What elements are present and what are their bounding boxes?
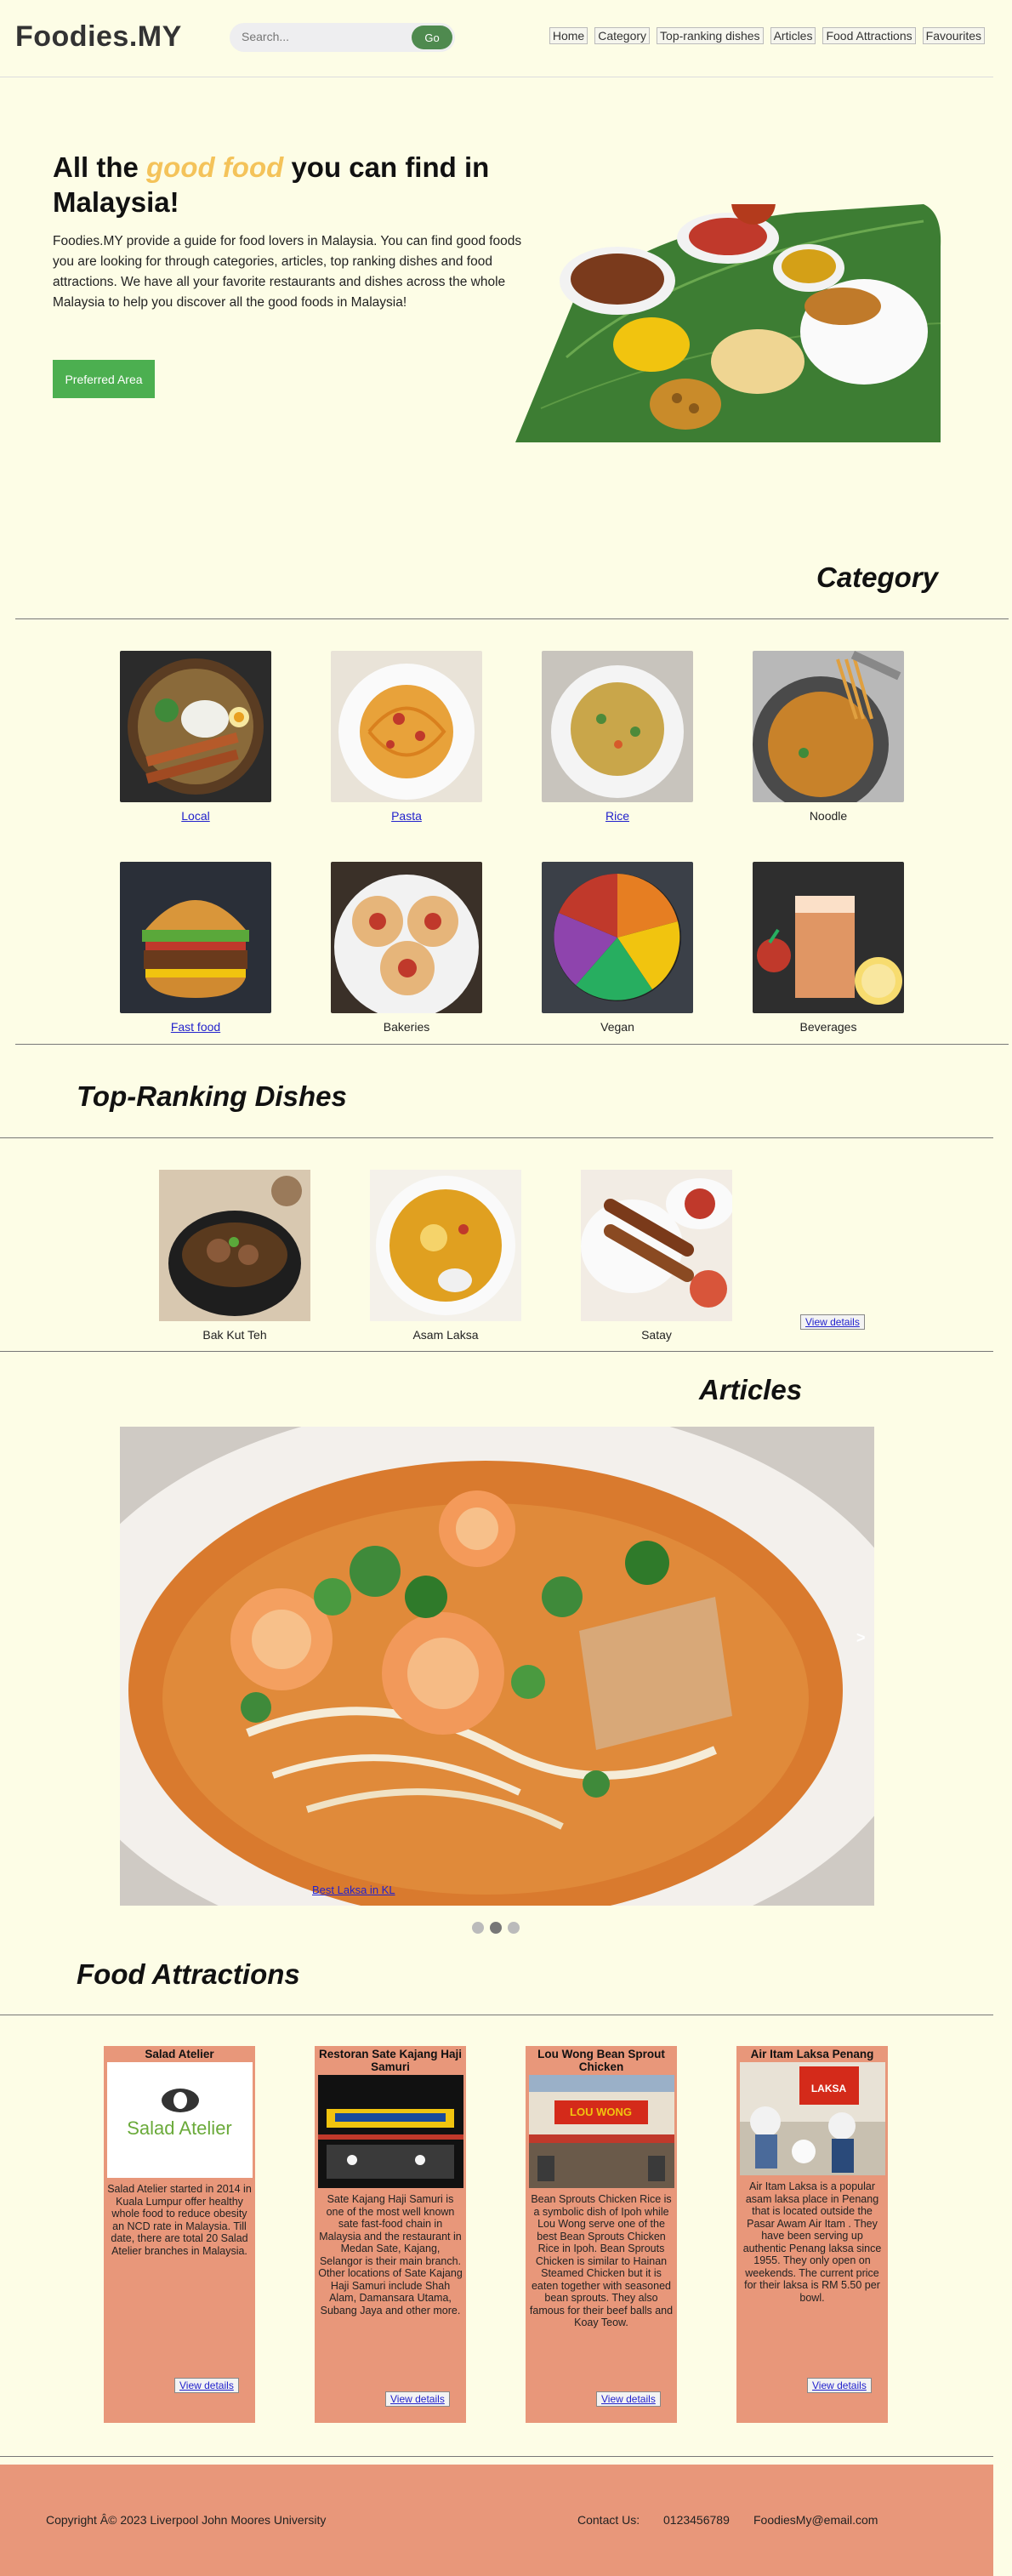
category-label-rice[interactable]: Rice [542, 809, 693, 823]
category-item-rice[interactable]: Rice [542, 651, 693, 823]
dish-label-satay: Satay [641, 1328, 672, 1342]
preferred-area-button[interactable]: Preferred Area [53, 360, 155, 398]
contact-email[interactable]: FoodiesMy@email.com [753, 2513, 878, 2527]
dish-label-bak-kut-teh: Bak Kut Teh [202, 1328, 267, 1342]
hero-title-highlight: good food [146, 151, 284, 183]
top-ranking-bottom-divider [0, 1351, 993, 1352]
category-title: Category [816, 561, 939, 593]
category-top-divider [15, 618, 1009, 619]
contact-phone[interactable]: 0123456789 [663, 2513, 730, 2527]
category-item-noodle[interactable]: Noodle [753, 651, 904, 823]
laksa-sign-text: LAKSA [810, 2083, 847, 2094]
carousel-dots [472, 1922, 520, 1934]
category-label-beverages: Beverages [799, 1020, 857, 1034]
rice-image [542, 651, 693, 802]
category-item-beverages[interactable]: Beverages [753, 862, 904, 1034]
attraction-title: Restoran Sate Kajang Haji Samuri [318, 2048, 463, 2073]
attraction-view-details-button[interactable]: View details [174, 2378, 239, 2393]
category-item-vegan[interactable]: Vegan [542, 862, 693, 1034]
asam-laksa-image [370, 1170, 521, 1321]
search-bar: Go [230, 23, 455, 52]
hero-nasi-lemak-image [515, 204, 941, 442]
category-label-local[interactable]: Local [120, 809, 271, 823]
attraction-card-salad-atelier[interactable]: Salad Atelier Salad Atelier Salad Atelie… [104, 2046, 255, 2423]
dish-asam-laksa[interactable]: Asam Laksa [370, 1170, 521, 1342]
carousel-dot-2[interactable] [490, 1922, 502, 1934]
air-itam-laksa-image: LAKSA [739, 2062, 885, 2175]
nav-favourites[interactable]: Favourites [922, 27, 985, 44]
attraction-card-lou-wong[interactable]: Lou Wong Bean Sprout Chicken LOU WONG Be… [526, 2046, 677, 2423]
attraction-title: Air Itam Laksa Penang [750, 2048, 874, 2060]
salad-atelier-logo-text: Salad Atelier [127, 2117, 232, 2139]
nav-articles[interactable]: Articles [770, 27, 816, 44]
bak-kut-teh-image [159, 1170, 310, 1321]
satay-image [581, 1170, 734, 1321]
category-item-local[interactable]: Local [120, 651, 271, 823]
sate-kajang-storefront-image [317, 2075, 463, 2188]
beverages-image [753, 862, 904, 1013]
footer-divider [0, 2456, 993, 2457]
attraction-view-details-button[interactable]: View details [807, 2378, 872, 2393]
search-input[interactable] [242, 30, 395, 43]
category-item-pasta[interactable]: Pasta [331, 651, 482, 823]
attraction-description: Salad Atelier started in 2014 in Kuala L… [107, 2183, 252, 2257]
local-food-image [120, 651, 271, 802]
dish-bak-kut-teh[interactable]: Bak Kut Teh [159, 1170, 310, 1342]
attraction-title: Lou Wong Bean Sprout Chicken [537, 2048, 665, 2073]
contact-label: Contact Us: [577, 2513, 640, 2527]
category-item-bakeries[interactable]: Bakeries [331, 862, 482, 1034]
carousel-dot-1[interactable] [472, 1922, 484, 1934]
carousel-next-arrow[interactable]: > [856, 1629, 866, 1647]
lou-wong-sign-text: LOU WONG [570, 2106, 632, 2118]
attraction-description: Sate Kajang Haji Samuri is one of the mo… [318, 2193, 463, 2317]
bakeries-image [331, 862, 482, 1019]
top-ranking-divider [0, 1137, 993, 1138]
pasta-image [331, 651, 482, 802]
nav-category[interactable]: Category [594, 27, 651, 44]
category-label-fast-food[interactable]: Fast food [120, 1020, 271, 1034]
vegan-image [542, 862, 693, 1013]
copyright-text: Copyright Â© 2023 Liverpool John Moores … [46, 2513, 327, 2527]
category-label-noodle: Noodle [809, 809, 848, 823]
category-bottom-divider [15, 1044, 1009, 1045]
attraction-view-details-button[interactable]: View details [596, 2391, 661, 2407]
category-label-bakeries: Bakeries [383, 1020, 430, 1034]
hero-description: Foodies.MY provide a guide for food love… [53, 234, 522, 310]
top-ranking-title: Top-Ranking Dishes [77, 1080, 347, 1112]
category-label-vegan: Vegan [600, 1020, 634, 1034]
articles-title: Articles [699, 1374, 803, 1405]
noodle-image [753, 651, 904, 812]
nav-home[interactable]: Home [549, 27, 588, 44]
dish-satay[interactable]: Satay [581, 1170, 734, 1342]
dish-label-asam-laksa: Asam Laksa [412, 1328, 479, 1342]
site-logo[interactable]: Foodies.MY [15, 20, 182, 54]
attraction-card-sate-kajang[interactable]: Restoran Sate Kajang Haji Samuri Sate Ka… [315, 2046, 466, 2423]
attraction-title: Salad Atelier [145, 2048, 214, 2060]
articles-carousel[interactable]: > Best Laksa in KL [120, 1427, 874, 1906]
food-attractions-title: Food Attractions [77, 1958, 300, 1990]
hero-title: All the good food you can find in Malays… [53, 151, 490, 218]
slide-caption-link[interactable]: Best Laksa in KL [312, 1884, 395, 1896]
nav-top-ranking[interactable]: Top-ranking dishes [657, 27, 764, 44]
search-go-button[interactable]: Go [412, 26, 452, 49]
attraction-description: Air Itam Laksa is a popular asam laksa p… [742, 2180, 882, 2304]
footer: Copyright Â© 2023 Liverpool John Moores … [0, 2465, 993, 2576]
nav-food-attractions[interactable]: Food Attractions [822, 27, 916, 44]
attraction-description: Bean Sprouts Chicken Rice is a symbolic … [529, 2193, 674, 2328]
attraction-card-air-itam-laksa[interactable]: Air Itam Laksa Penang LAKSA Air Itam Lak… [736, 2046, 888, 2423]
carousel-dot-3[interactable] [508, 1922, 520, 1934]
laksa-slide-image [120, 1427, 874, 1906]
main-nav: Home Category Top-ranking dishes Article… [549, 27, 985, 44]
attraction-view-details-button[interactable]: View details [385, 2391, 450, 2407]
salad-atelier-logo: Salad Atelier [106, 2062, 253, 2178]
category-item-fast-food[interactable]: Fast food [120, 862, 271, 1034]
lou-wong-storefront-image: LOU WONG [528, 2075, 674, 2188]
top-ranking-view-details-button[interactable]: View details [800, 1314, 865, 1330]
category-label-pasta[interactable]: Pasta [331, 809, 482, 823]
fast-food-image [120, 862, 271, 1013]
